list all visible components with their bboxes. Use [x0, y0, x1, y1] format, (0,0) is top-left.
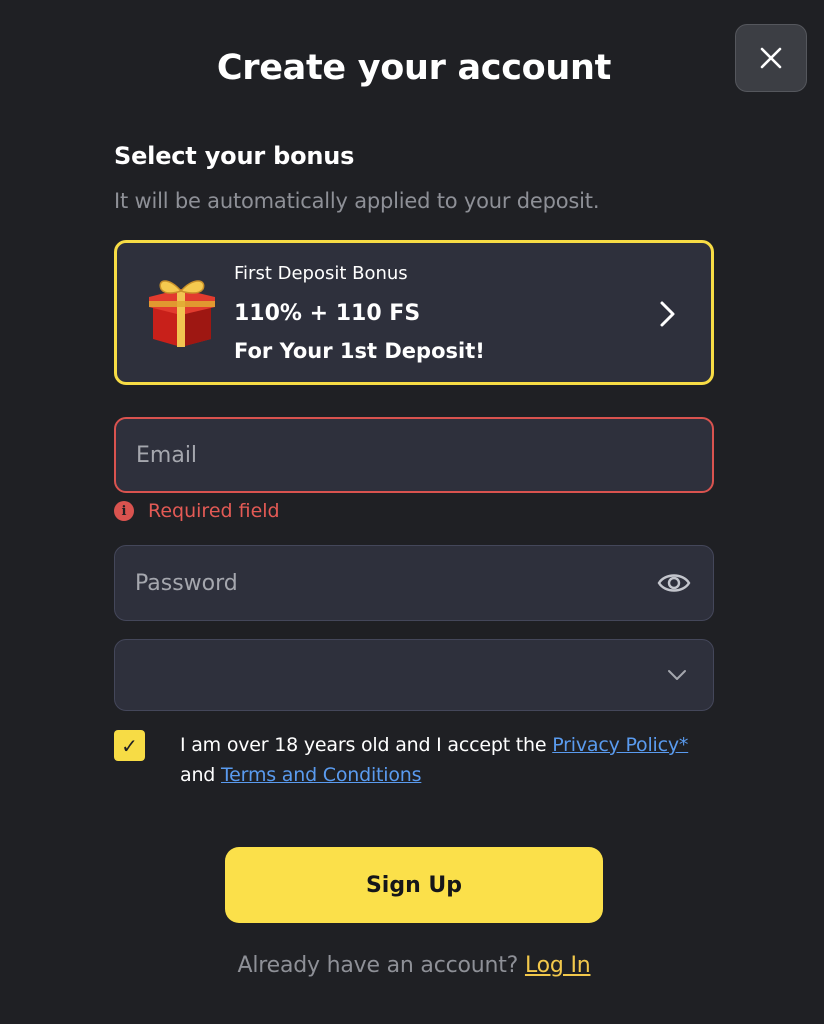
chevron-right-icon	[660, 301, 675, 327]
bonus-section-subtitle: It will be automatically applied to your…	[114, 189, 600, 213]
select-dropdown[interactable]	[114, 639, 714, 711]
gift-icon	[149, 280, 215, 347]
chevron-down-icon	[668, 670, 686, 680]
error-text: Required field	[148, 500, 280, 522]
bonus-card[interactable]: First Deposit Bonus 110% + 110 FS For Yo…	[114, 240, 714, 385]
page-title: Create your account	[216, 48, 612, 88]
password-field[interactable]	[114, 545, 714, 621]
sign-up-button[interactable]: Sign Up	[225, 847, 603, 923]
login-prompt-text: Already have an account?	[237, 953, 525, 978]
email-error: i Required field	[114, 500, 280, 522]
privacy-policy-link[interactable]: Privacy Policy*	[552, 734, 688, 756]
bonus-section-title: Select your bonus	[114, 142, 355, 170]
terms-link[interactable]: Terms and Conditions	[221, 764, 422, 786]
checkmark-icon: ✓	[121, 733, 138, 758]
error-icon: i	[114, 501, 134, 521]
email-field[interactable]	[114, 417, 714, 493]
log-in-link[interactable]: Log In	[525, 953, 591, 978]
password-input[interactable]	[135, 546, 635, 620]
eye-icon[interactable]	[657, 568, 691, 598]
consent-text-and: and	[180, 764, 221, 786]
login-prompt: Already have an account? Log In	[0, 953, 824, 978]
bonus-name: First Deposit Bonus	[234, 263, 408, 284]
age-consent-checkbox[interactable]: ✓	[114, 730, 145, 761]
bonus-description: For Your 1st Deposit!	[234, 339, 485, 363]
email-input[interactable]	[136, 419, 636, 491]
consent-text-before: I am over 18 years old and I accept the	[180, 734, 553, 756]
bonus-amount: 110% + 110 FS	[234, 301, 421, 326]
consent-text: I am over 18 years old and I accept the …	[180, 730, 740, 790]
